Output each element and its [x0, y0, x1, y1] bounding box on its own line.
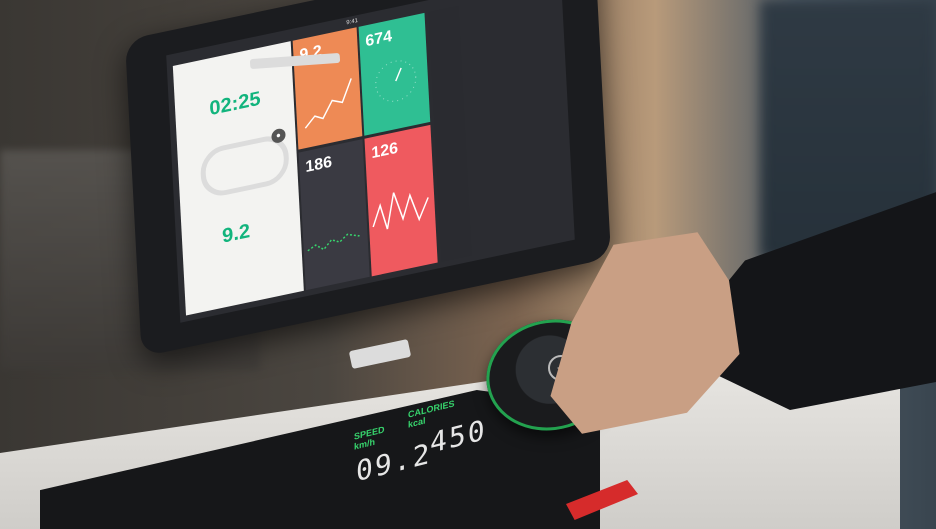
- tablet-clip-bottom: [348, 338, 412, 370]
- speed-line-chart: [304, 78, 352, 129]
- steps-dot-chart: [307, 233, 360, 252]
- heart-rate-chart: [372, 192, 429, 230]
- clock-dial: [375, 60, 417, 102]
- speed-value-large: 9.2: [221, 220, 251, 248]
- steps-tile[interactable]: 186: [298, 139, 370, 291]
- distance-tile[interactable]: 674: [358, 12, 431, 136]
- timer-value: 02:25: [208, 87, 262, 121]
- status-time: 9:41: [346, 17, 359, 27]
- run-person-icon: ●: [271, 127, 286, 145]
- tablet-screen: 9:41 02:25 ● 9.2 9.2 674 186 126: [166, 0, 575, 323]
- speed-tile[interactable]: 9.2: [292, 27, 363, 150]
- treadmill-photo: SPEED km/h CALORIES kcal 09.2 450 9:41 02:…: [0, 0, 936, 529]
- heart-rate-tile[interactable]: 126: [364, 124, 438, 277]
- run-summary-tile[interactable]: 02:25 ● 9.2: [172, 41, 304, 316]
- tablet: 9:41 02:25 ● 9.2 9.2 674 186 126: [125, 0, 612, 357]
